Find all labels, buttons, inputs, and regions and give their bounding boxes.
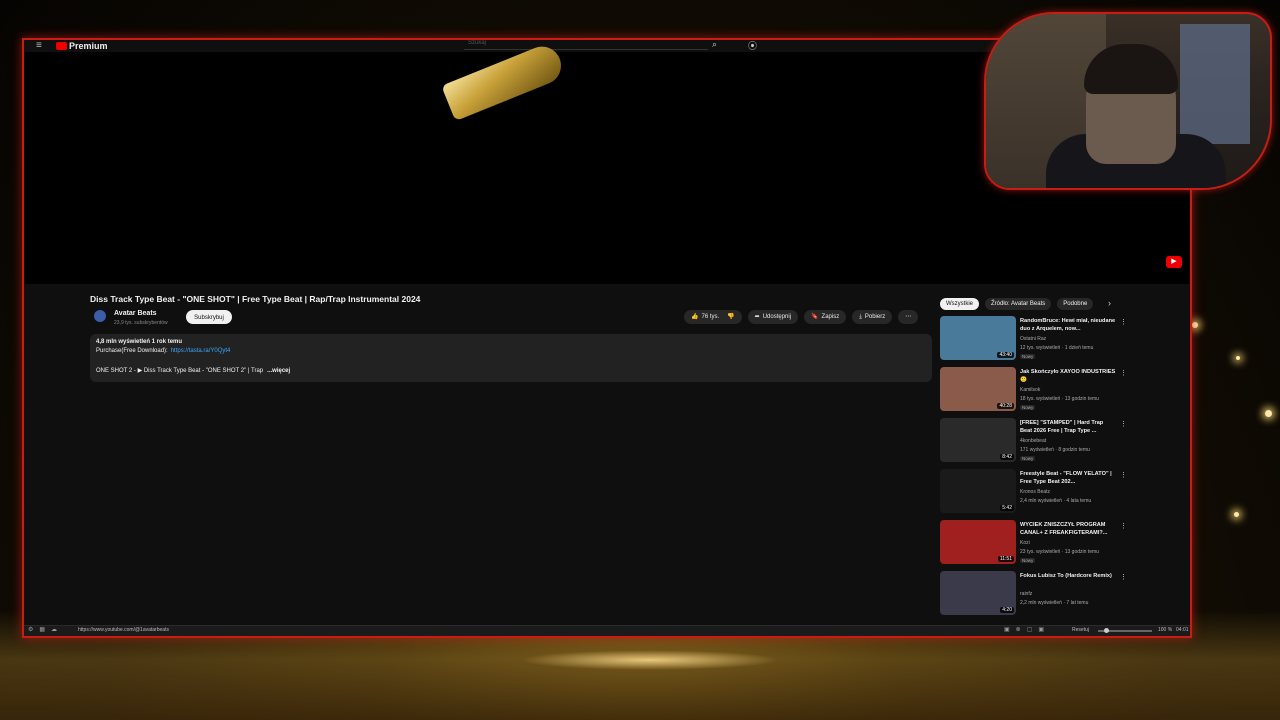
recommendation-item[interactable]: 40:28 Jak Skończyło XAYOO INDUSTRIES 🙁 K… (940, 367, 1130, 418)
recommendation-title[interactable]: Freestyle Beat - "FLOW YELATO" | Free Ty… (1020, 471, 1116, 486)
channel-name[interactable]: Avatar Beats (114, 310, 157, 317)
hamburger-menu-icon[interactable]: ≡ (36, 40, 42, 51)
thumbs-down-icon[interactable]: 👎 (727, 314, 734, 320)
status-bar-icons[interactable]: ⚙▦☁ (28, 626, 63, 633)
video-thumbnail[interactable]: 43:40 (940, 316, 1016, 360)
share-button[interactable]: ➦ Udostępnij (747, 310, 799, 324)
kebab-menu-icon[interactable]: ⋮ (1120, 471, 1127, 479)
zoom-level: 100 % (1158, 627, 1173, 633)
video-thumbnail[interactable]: 40:28 (940, 367, 1016, 411)
zoom-slider-handle[interactable] (1104, 628, 1109, 633)
subscribe-button[interactable]: Subskrybuj (186, 310, 232, 324)
download-icon: ⤓ (859, 314, 862, 320)
video-thumbnail[interactable]: 5:42 (940, 469, 1016, 513)
purchase-link[interactable]: https://tasta.ra/Y0Qyt4 (171, 348, 231, 354)
kebab-menu-icon[interactable]: ⋮ (1120, 522, 1127, 530)
video-thumbnail[interactable]: 4:20 (940, 571, 1016, 615)
new-badge: Nowy (1020, 456, 1036, 461)
recommendation-title[interactable]: WYCIEK ZNISZCZYŁ PROGRAM CANAL+ Z FREAKF… (1020, 522, 1116, 537)
recommendation-channel[interactable]: 4konbebeat (1020, 438, 1046, 444)
channel-subscribers: 23,9 tys. subskrybentów (114, 320, 168, 326)
thumbs-up-icon: 👍 (691, 314, 699, 320)
kebab-menu-icon[interactable]: ⋮ (1120, 369, 1127, 377)
description-box[interactable]: 4,8 mln wyświetleń 1 rok temu Purchase(F… (90, 334, 932, 382)
recommendation-title[interactable]: Fokus Lubisz To (Hardcore Remix) (1020, 573, 1116, 581)
new-badge: Nowy (1020, 354, 1036, 359)
recommendation-title[interactable]: [FREE] "STAMPED" | Hard Trap Beat 2026 F… (1020, 420, 1116, 435)
purchase-line: Purchase(Free Download): https://tasta.ra… (96, 348, 231, 354)
stage-light (520, 650, 780, 670)
zoom-slider[interactable] (1098, 628, 1152, 633)
recommendation-meta: 23 tys. wyświetleń · 13 godzin temu (1020, 549, 1099, 555)
new-badge: Nowy (1020, 405, 1036, 410)
recommendation-channel[interactable]: Kozi (1020, 540, 1030, 546)
recommendation-channel[interactable]: Kamilsok (1020, 387, 1040, 393)
recommendation-item[interactable]: 8:42 [FREE] "STAMPED" | Hard Trap Beat 2… (940, 418, 1130, 469)
recommendation-channel[interactable]: Ostatni Raz (1020, 336, 1046, 342)
share-icon: ➦ (754, 314, 760, 320)
youtube-logo[interactable]: Premium (56, 41, 108, 51)
recommendation-meta: 18 tys. wyświetleń · 13 godzin temu (1020, 396, 1099, 402)
webcam-overlay (984, 12, 1272, 190)
video-duration: 40:28 (997, 403, 1014, 409)
reset-zoom-button[interactable]: Resetuj (1072, 627, 1089, 633)
recommendation-item[interactable]: 11:51 WYCIEK ZNISZCZYŁ PROGRAM CANAL+ Z … (940, 520, 1130, 571)
new-badge: Nowy (1020, 558, 1036, 563)
recommendation-meta: 2,2 mln wyświetleń · 7 lat temu (1020, 600, 1089, 606)
video-duration: 5:42 (1000, 505, 1014, 511)
chip-from-channel[interactable]: Źródło: Avatar Beats (985, 298, 1052, 310)
chip-all[interactable]: Wszystkie (940, 298, 979, 310)
video-thumbnail[interactable]: 11:51 (940, 520, 1016, 564)
clock: 04:01 (1176, 627, 1189, 633)
video-duration: 11:51 (997, 556, 1014, 562)
sidebar-filter-chips: Wszystkie Źródło: Avatar Beats Podobne (940, 298, 1094, 310)
video-duration: 43:40 (997, 352, 1014, 358)
recommendation-title[interactable]: RandomBruce: Hewi miał, nieudane duo z A… (1020, 318, 1116, 333)
kebab-menu-icon[interactable]: ⋮ (1120, 420, 1127, 428)
video-duration: 4:20 (1000, 607, 1014, 613)
more-actions-button[interactable]: ⋯ (898, 310, 919, 324)
recommendation-item[interactable]: 5:42 Freestyle Beat - "FLOW YELATO" | Fr… (940, 469, 1130, 520)
recommendation-item[interactable]: 43:40 RandomBruce: Hewi miał, nieudane d… (940, 316, 1130, 367)
description-preview: ONE SHOT 2 - ▶ Diss Track Type Beat - "O… (96, 368, 291, 374)
light-spark (1236, 356, 1240, 360)
recommendation-item[interactable]: 4:20 Fokus Lubisz To (Hardcore Remix) ra… (940, 571, 1130, 622)
youtube-play-icon (56, 42, 67, 50)
recommendation-channel[interactable]: Kronos Beatz (1020, 489, 1050, 495)
microphone-icon[interactable]: ⦿ (748, 40, 757, 52)
like-button[interactable]: 👍 76 tys. 👎 (684, 310, 742, 324)
browser-status-bar: ⚙▦☁ https://www.youtube.com/@1avatarbeat… (24, 625, 1190, 636)
video-duration: 8:42 (1000, 454, 1014, 460)
download-button[interactable]: ⤓ Pobierz (852, 310, 893, 324)
bookmark-icon: 🔖 (811, 314, 819, 320)
recommendations-list: 43:40 RandomBruce: Hewi miał, nieudane d… (940, 316, 1130, 622)
video-actions: 👍 76 tys. 👎 ➦ Udostępnij 🔖 Zapisz ⤓ Pobierz ⋯ (684, 310, 919, 324)
light-spark (1265, 410, 1272, 417)
channel-avatar[interactable] (94, 310, 106, 322)
webcam-window (1180, 24, 1250, 144)
light-spark (1192, 322, 1198, 328)
video-thumbnail[interactable]: 8:42 (940, 418, 1016, 462)
show-more-link[interactable]: ...więcej (267, 368, 290, 374)
kebab-menu-icon[interactable]: ⋮ (1120, 573, 1127, 581)
views-and-date: 4,8 mln wyświetleń 1 rok temu (96, 339, 183, 345)
recommendation-title[interactable]: Jak Skończyło XAYOO INDUSTRIES 🙁 (1020, 369, 1116, 384)
recommendation-channel[interactable]: rainfz (1020, 591, 1032, 597)
status-bar-tools-icons[interactable]: ▣⊗▢▣ (1004, 626, 1050, 633)
chip-related[interactable]: Podobne (1057, 298, 1094, 310)
recommendation-meta: 12 tys. wyświetleń · 1 dzień temu (1020, 345, 1094, 351)
kebab-menu-icon[interactable]: ⋮ (1120, 318, 1127, 326)
recommendation-meta: 2,4 mln wyświetleń · 4 lata temu (1020, 498, 1092, 504)
chevron-right-icon[interactable]: › (1108, 298, 1111, 308)
video-frame-bullet (441, 40, 567, 122)
youtube-watermark-icon: ▶ (1166, 256, 1182, 268)
status-url: https://www.youtube.com/@1avatarbeats (78, 627, 169, 633)
video-title: Diss Track Type Beat - "ONE SHOT" | Free… (90, 294, 421, 304)
search-input[interactable]: Szukaj (464, 40, 708, 50)
save-button[interactable]: 🔖 Zapisz (804, 310, 847, 324)
light-spark (1234, 512, 1239, 517)
recommendation-meta: 171 wyświetleń · 8 godzin temu (1020, 447, 1090, 453)
search-icon[interactable]: ⌕ (712, 40, 717, 50)
